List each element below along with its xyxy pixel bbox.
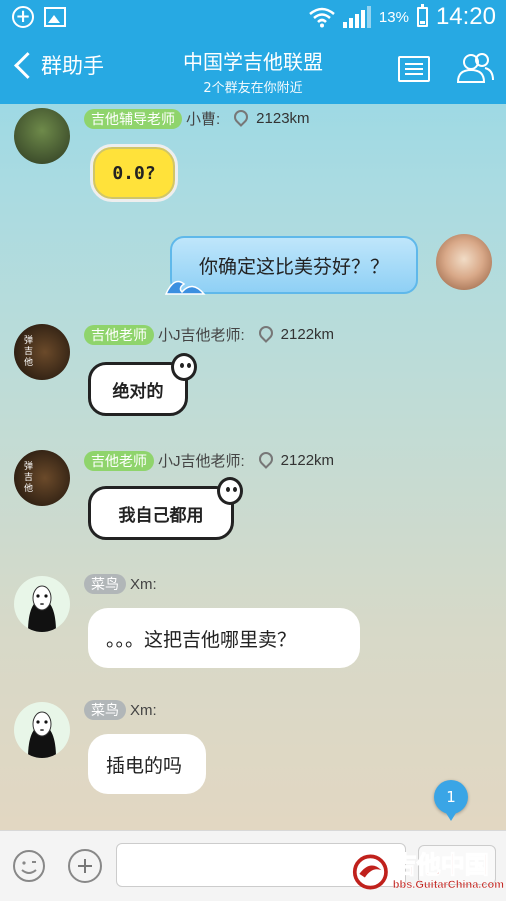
member-badge: 菜鸟 — [84, 574, 126, 594]
sender-name: Xm: — [130, 701, 157, 719]
page-subtitle: 2个群友在你附近 — [203, 81, 303, 96]
avatar[interactable]: 弹 吉 他 — [14, 324, 70, 380]
watermark-main: 吉他中国 — [392, 852, 489, 879]
location-pin-icon — [255, 322, 276, 343]
clock: 14:20 — [435, 3, 496, 30]
sender-name: 小J吉他老师: — [158, 327, 245, 344]
sticker-text: 我自己都用 — [118, 505, 204, 526]
incoming-message-bubble[interactable]: 插电的吗 — [88, 734, 206, 794]
message-meta: 吉他老师 小J吉他老师: 2122km — [84, 448, 335, 471]
member-badge: 吉他辅导老师 — [84, 108, 182, 129]
sender-name: 小曹: — [186, 111, 221, 128]
battery-percent: 13% — [378, 8, 409, 26]
no-face-avatar-icon — [28, 711, 56, 758]
signal-icon — [342, 6, 371, 28]
chat-header: 群助手 中国学吉他联盟 2个群友在你附近 — [0, 36, 506, 104]
avatar[interactable]: 弹 吉 他 — [14, 450, 70, 506]
battery-icon — [416, 4, 428, 27]
back-button[interactable]: 群助手 — [10, 50, 104, 80]
sticker-bubble[interactable]: 我自己都用 — [88, 477, 243, 540]
message-text: 插电的吗 — [106, 754, 183, 777]
message-text: 。。。这把吉他哪里卖？ — [106, 628, 297, 651]
message-meta: 菜鸟 Xm: — [84, 574, 157, 594]
sticker-text: 0.0? — [112, 162, 156, 184]
group-notice-icon[interactable] — [398, 56, 430, 82]
image-icon — [44, 7, 66, 27]
ghost-face-icon — [217, 477, 243, 505]
message-meta: 吉他老师 小J吉他老师: 2122km — [84, 322, 335, 345]
add-attachment-button[interactable] — [68, 849, 102, 883]
avatar-label: 弹 吉 他 — [24, 336, 34, 368]
sender-name: Xm: — [130, 575, 157, 593]
unread-count-badge[interactable]: 1 — [434, 780, 468, 821]
distance: 2122km — [280, 326, 335, 343]
sticker-bubble[interactable]: 绝对的 — [88, 353, 197, 416]
avatar-label: 弹 吉 他 — [24, 462, 34, 494]
sticker-text: 绝对的 — [112, 381, 164, 402]
self-avatar[interactable] — [436, 234, 492, 290]
distance: 2122km — [280, 452, 335, 469]
outgoing-message-bubble[interactable]: 你确定这比美芬好？？ — [170, 236, 418, 294]
guitar-china-logo-icon — [352, 854, 388, 890]
ghost-face-icon — [171, 353, 197, 381]
message-text: 你确定这比美芬好？？ — [198, 255, 389, 278]
watermark: 吉他中国 bbs.GuitarChina.com — [352, 846, 504, 898]
message-meta: 吉他辅导老师 小曹: 2123km — [84, 106, 310, 129]
sticker-bubble[interactable]: 0.0? — [90, 144, 178, 202]
sender-name: 小J吉他老师: — [158, 453, 245, 470]
location-pin-icon — [231, 106, 252, 127]
group-members-icon[interactable] — [455, 52, 495, 84]
emoji-icon[interactable] — [12, 849, 46, 883]
member-badge: 吉他老师 — [84, 450, 154, 471]
message-meta: 菜鸟 Xm: — [84, 700, 157, 720]
watermark-url: bbs.GuitarChina.com — [392, 879, 505, 891]
unread-count: 1 — [446, 788, 456, 806]
avatar[interactable] — [14, 108, 70, 164]
wifi-icon — [309, 7, 335, 28]
avatar[interactable] — [14, 702, 70, 758]
distance: 2123km — [256, 110, 310, 127]
title-block: 中国学吉他联盟 2个群友在你附近 — [120, 46, 386, 96]
member-badge: 菜鸟 — [84, 700, 126, 720]
status-bar: + 13% 14:20 — [0, 0, 506, 36]
avatar[interactable] — [14, 576, 70, 632]
back-label: 群助手 — [41, 54, 104, 78]
page-title: 中国学吉他联盟 — [183, 50, 323, 74]
chevron-left-icon — [14, 51, 41, 79]
member-badge: 吉他老师 — [84, 324, 154, 345]
no-face-avatar-icon — [28, 585, 56, 632]
add-icon: + — [12, 6, 34, 28]
incoming-message-bubble[interactable]: 。。。这把吉他哪里卖？ — [88, 608, 360, 668]
wave-decoration-icon — [164, 280, 206, 295]
location-pin-icon — [255, 448, 276, 469]
